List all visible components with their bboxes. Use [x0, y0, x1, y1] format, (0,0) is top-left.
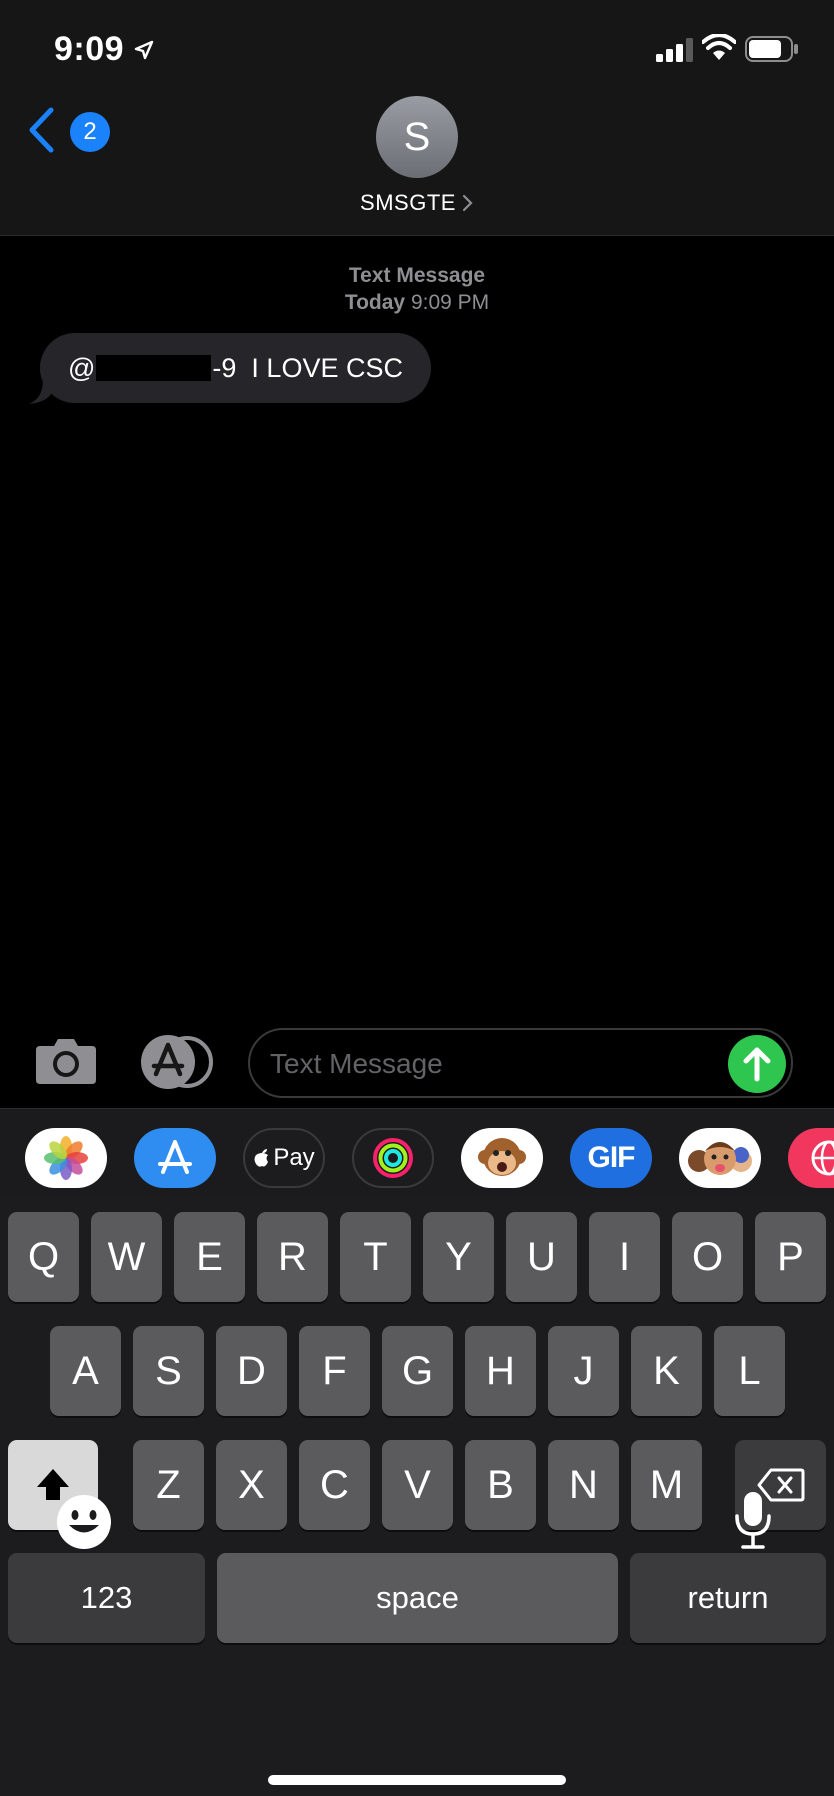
- key-q[interactable]: Q: [8, 1212, 79, 1302]
- key-x[interactable]: X: [216, 1440, 287, 1530]
- animoji-app[interactable]: [461, 1128, 543, 1188]
- key-y[interactable]: Y: [423, 1212, 494, 1302]
- web-app[interactable]: [788, 1128, 834, 1188]
- apple-pay-app[interactable]: Pay: [243, 1128, 325, 1188]
- app-store-app[interactable]: [134, 1128, 216, 1188]
- memoji-icon: [688, 1142, 752, 1175]
- send-button[interactable]: [728, 1035, 786, 1093]
- key-a[interactable]: A: [50, 1326, 121, 1416]
- key-l[interactable]: L: [714, 1326, 785, 1416]
- globe-icon: [811, 1140, 834, 1176]
- key-v[interactable]: V: [382, 1440, 453, 1530]
- message-timestamp: Today 9:09 PM: [0, 289, 834, 316]
- unread-count-badge: 2: [70, 112, 110, 152]
- key-g[interactable]: G: [382, 1326, 453, 1416]
- key-c[interactable]: C: [299, 1440, 370, 1530]
- gif-icon: GIF: [587, 1141, 636, 1174]
- message-prefix: @: [68, 352, 96, 383]
- key-b[interactable]: B: [465, 1440, 536, 1530]
- message-text: -9 I LOVE CSC: [212, 352, 403, 383]
- contact-name: SMSGTE: [360, 190, 456, 215]
- app-store-icon[interactable]: [140, 1034, 214, 1090]
- monkey-animoji-icon: [478, 1138, 526, 1176]
- redaction-bar: [96, 355, 212, 381]
- avatar: S: [376, 96, 458, 178]
- memoji-app[interactable]: [679, 1128, 761, 1188]
- battery-icon: [745, 36, 798, 62]
- photos-app[interactable]: [25, 1128, 107, 1188]
- message-bubble[interactable]: @ -9 I LOVE CSC: [40, 333, 431, 403]
- contact-details-button[interactable]: S SMSGTE: [337, 96, 497, 220]
- apple-pay-icon: [254, 1149, 269, 1167]
- gif-app[interactable]: GIF: [570, 1128, 652, 1188]
- activity-rings-icon: [373, 1138, 413, 1178]
- key-e[interactable]: E: [174, 1212, 245, 1302]
- timestamp-time: 9:09 PM: [410, 291, 490, 314]
- key-k[interactable]: K: [631, 1326, 702, 1416]
- location-arrow-icon: [134, 40, 154, 60]
- timestamp-day: Today: [344, 291, 406, 314]
- key-w[interactable]: W: [91, 1212, 162, 1302]
- key-d[interactable]: D: [216, 1326, 287, 1416]
- emoji-icon[interactable]: [56, 1494, 112, 1550]
- key-m[interactable]: M: [631, 1440, 702, 1530]
- key-n[interactable]: N: [548, 1440, 619, 1530]
- home-indicator[interactable]: [268, 1775, 566, 1785]
- cellular-signal-icon: [656, 38, 693, 62]
- apple-pay-label: Pay: [273, 1144, 315, 1171]
- numbers-key[interactable]: 123: [8, 1553, 205, 1643]
- space-key[interactable]: space: [217, 1553, 618, 1643]
- message-type-label: Text Message: [348, 264, 486, 287]
- key-f[interactable]: F: [299, 1326, 370, 1416]
- key-p[interactable]: P: [755, 1212, 826, 1302]
- key-o[interactable]: O: [672, 1212, 743, 1302]
- chevron-left-icon: [29, 107, 54, 153]
- app-store-icon: [158, 1140, 192, 1174]
- key-h[interactable]: H: [465, 1326, 536, 1416]
- key-u[interactable]: U: [506, 1212, 577, 1302]
- status-time: 9:09: [54, 30, 125, 68]
- message-input-container: [248, 1028, 793, 1098]
- key-z[interactable]: Z: [133, 1440, 204, 1530]
- wifi-icon: [702, 34, 736, 60]
- return-key[interactable]: return: [630, 1553, 826, 1643]
- activity-app[interactable]: [352, 1128, 434, 1188]
- app-drawer: Pay GIF: [0, 1108, 834, 1198]
- key-s[interactable]: S: [133, 1326, 204, 1416]
- photos-icon: [44, 1136, 88, 1180]
- conversation-header: 9:09 2 S SMSGTE: [0, 0, 834, 236]
- key-t[interactable]: T: [340, 1212, 411, 1302]
- key-r[interactable]: R: [257, 1212, 328, 1302]
- key-i[interactable]: I: [589, 1212, 660, 1302]
- conversation-meta: Text Message Today 9:09 PM: [0, 262, 834, 316]
- microphone-icon[interactable]: [733, 1490, 773, 1550]
- message-input[interactable]: [270, 1038, 710, 1090]
- key-j[interactable]: J: [548, 1326, 619, 1416]
- arrow-up-icon: [743, 1047, 771, 1082]
- back-button[interactable]: 2: [20, 102, 110, 162]
- chevron-right-icon: [462, 194, 473, 212]
- camera-icon[interactable]: [34, 1036, 98, 1086]
